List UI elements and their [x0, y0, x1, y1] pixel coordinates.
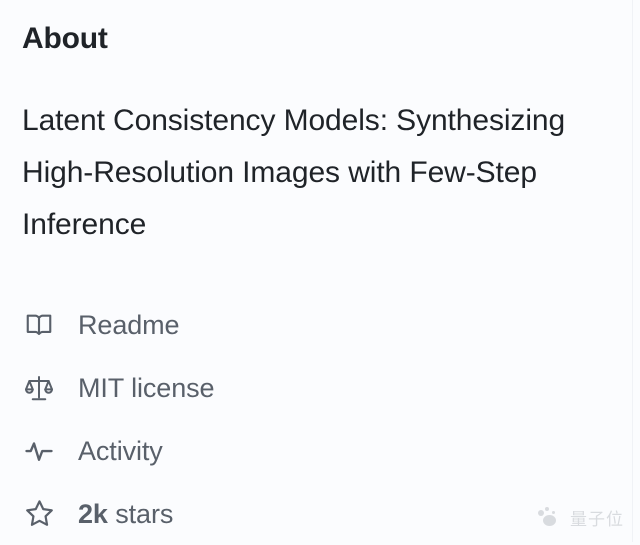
stars-count: 2k — [78, 498, 108, 529]
stars-label: 2k stars — [78, 499, 173, 529]
page-title: About — [22, 22, 108, 55]
star-icon — [22, 497, 56, 531]
book-icon — [22, 308, 56, 342]
meta-item-license[interactable]: MIT license — [22, 356, 610, 419]
stars-word: stars — [115, 498, 174, 529]
meta-item-label: MIT license — [78, 372, 215, 403]
about-panel: About Latent Consistency Models: Synthes… — [0, 0, 633, 542]
meta-item-stars[interactable]: 2k stars — [22, 482, 610, 545]
pulse-icon — [22, 434, 56, 468]
scale-icon — [22, 371, 56, 405]
meta-item-readme[interactable]: Readme — [22, 293, 610, 356]
meta-item-label: Activity — [78, 435, 163, 466]
repository-description: Latent Consistency Models: Synthesizing … — [22, 104, 566, 241]
repository-meta-list: Readme MIT license Activity 2k stars — [22, 251, 610, 545]
meta-item-label: Readme — [78, 309, 180, 340]
meta-item-activity[interactable]: Activity — [22, 419, 610, 482]
